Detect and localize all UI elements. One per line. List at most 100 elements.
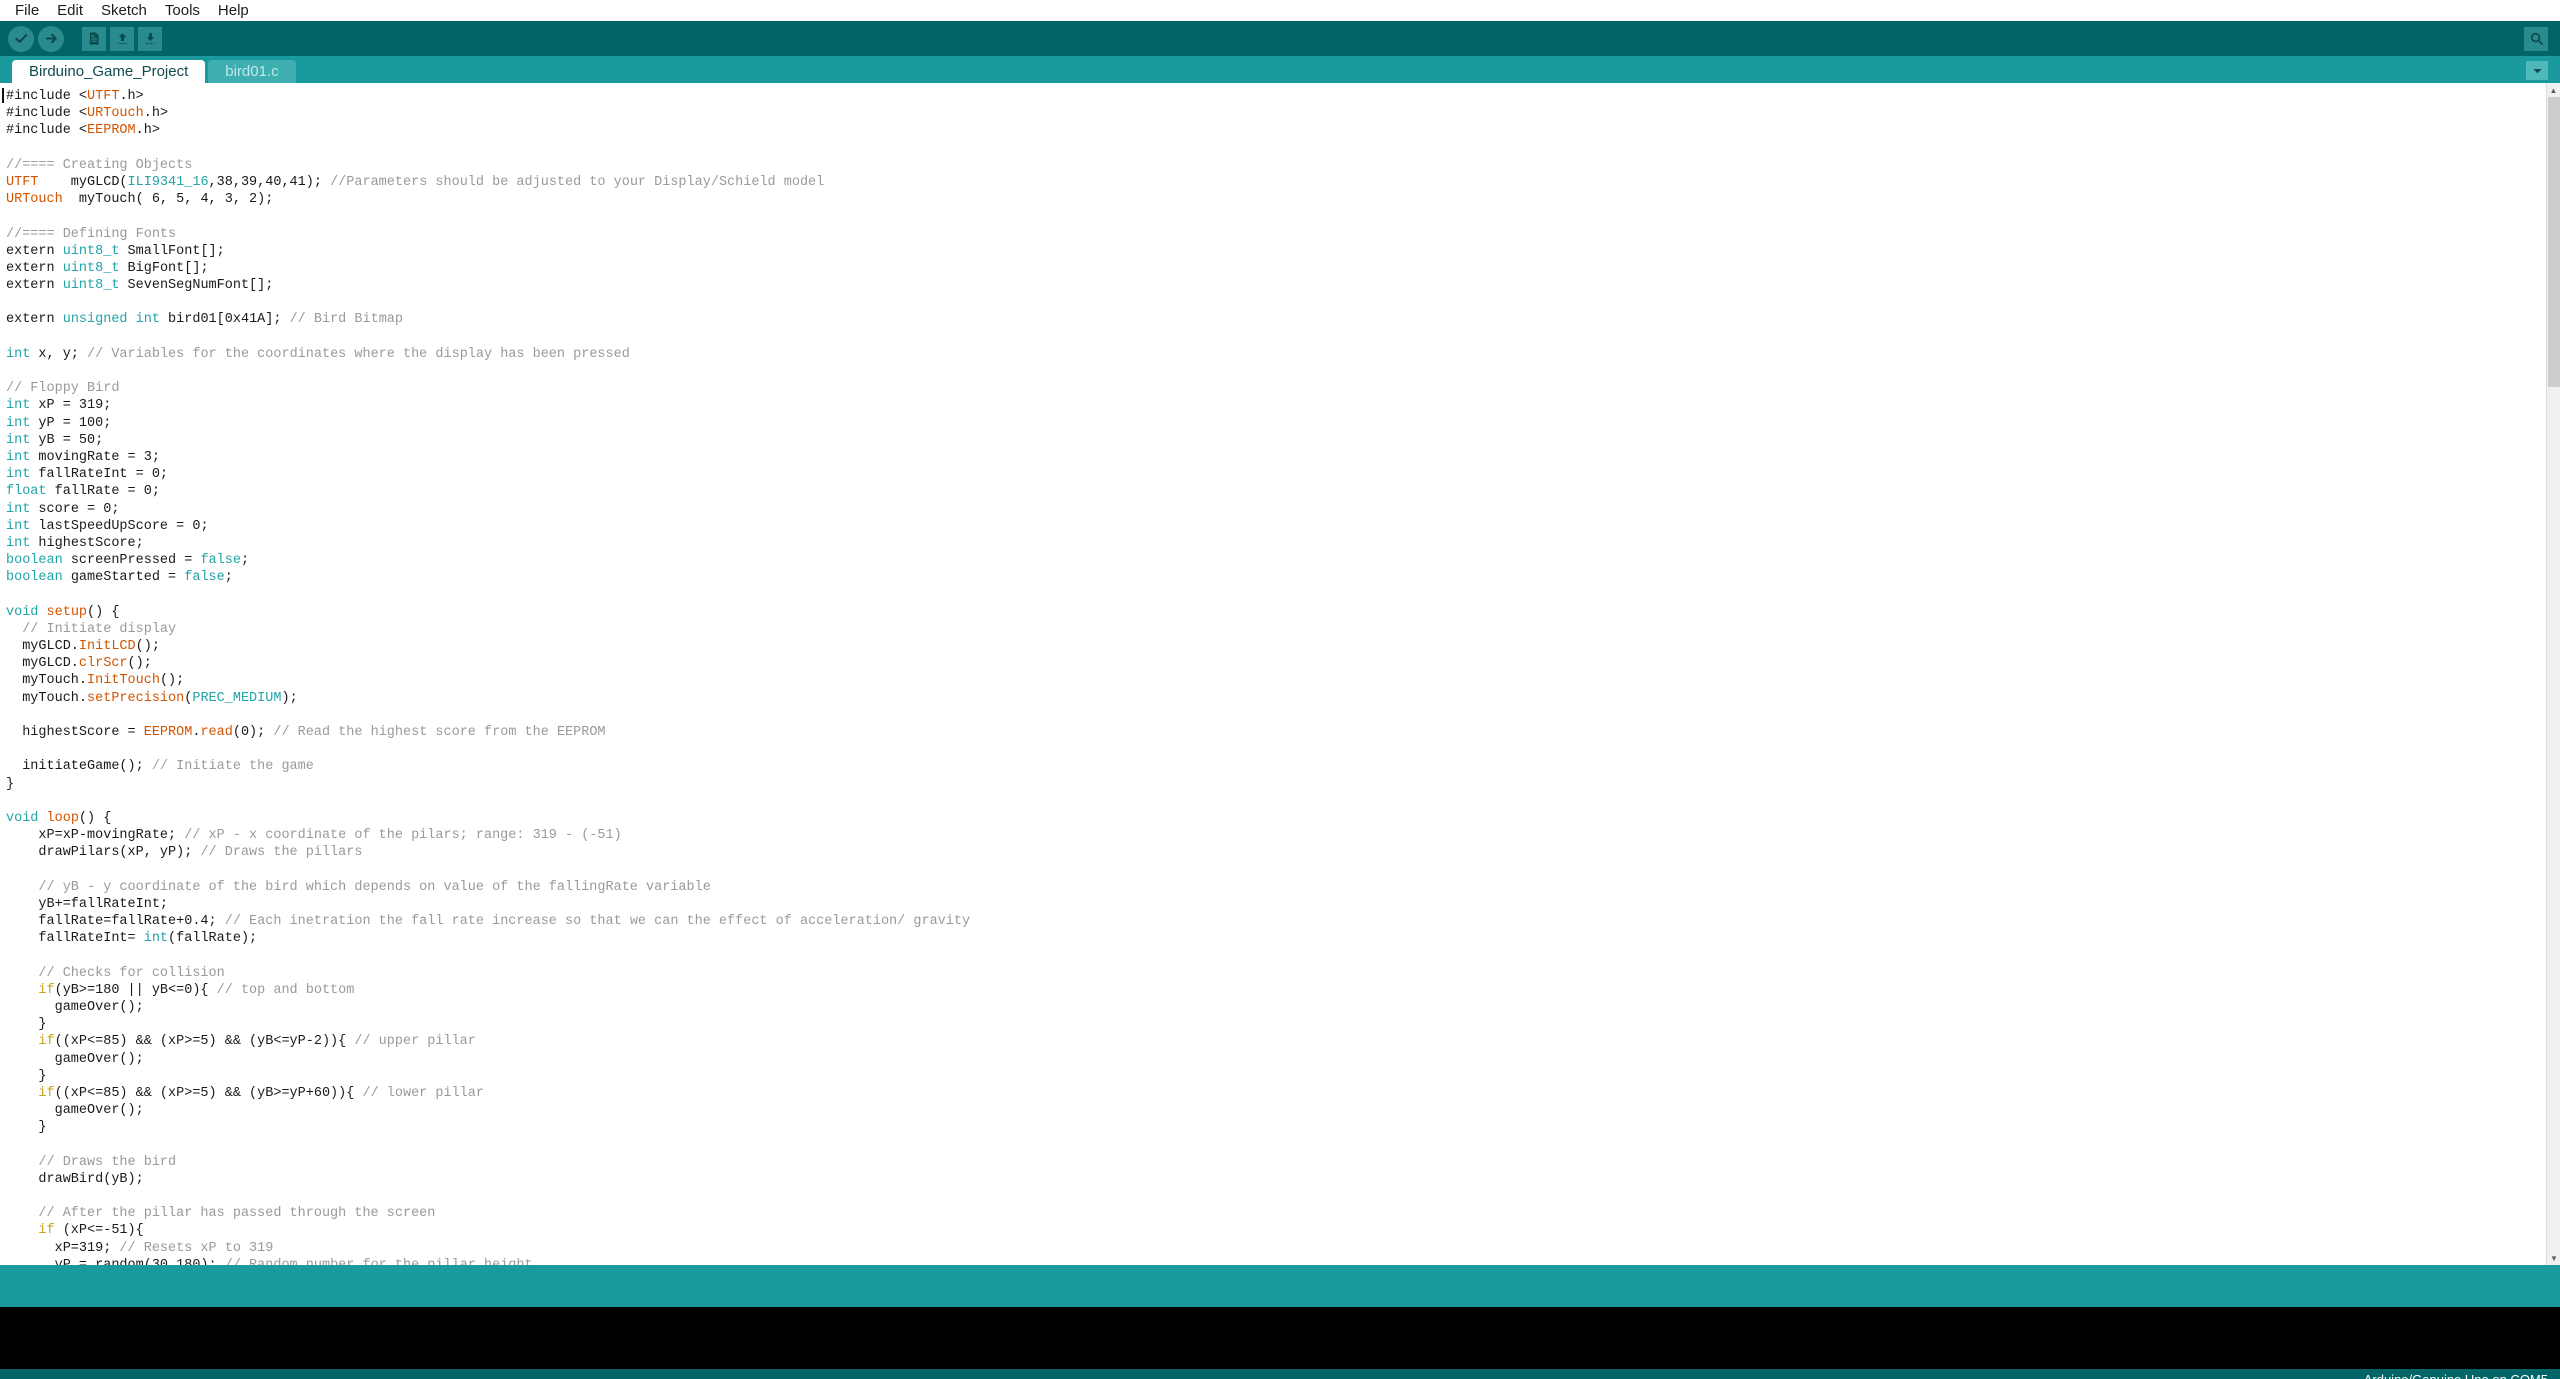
scroll-up-arrow-icon[interactable]: ▲ [2547,83,2560,97]
code-token: read [200,724,233,740]
open-sketch-button[interactable] [110,26,134,51]
code-token: ((xP<=85) && (xP>=5) && (yB>=yP+60)){ [54,1085,363,1101]
code-token: uint8_t [62,260,120,276]
code-token: #include [6,106,79,122]
new-sketch-button[interactable] [82,26,106,51]
code-token: // Checks for collision [6,965,225,981]
code-token: yB = 50; [30,432,104,448]
code-token: < [78,89,88,104]
code-token: // Resets xP to 319 [119,1240,274,1256]
code-token: () { [87,604,120,620]
code-token: ; [240,553,250,569]
code-line: yB+=fallRateInt; [6,896,2546,913]
console-output[interactable] [0,1307,2560,1369]
text-caret [2,88,4,103]
code-token: PREC_MEDIUM [192,690,282,706]
code-token: UTFT [87,89,120,104]
message-text [0,1265,2560,1277]
code-line: //==== Creating Objects [6,157,2546,174]
code-line: void loop() { [6,810,2546,827]
code-token: clrScr [78,656,128,672]
code-line: //==== Defining Fonts [6,226,2546,243]
code-editor-area[interactable]: #include <UTFT.h> #include <URTouch.h> #in… [0,83,2560,1265]
code-token: bird01[0x41A]; [159,312,290,328]
tab-menu-button[interactable] [2526,61,2548,80]
code-token: // After the pillar has passed through t… [6,1206,436,1222]
status-board-label: Arduino/Genuino Uno on COM5 [2364,1372,2548,1379]
code-token: ILI9341_16 [127,174,209,190]
code-token: (); [135,639,160,654]
new-file-icon [89,32,99,45]
menu-item-tools[interactable]: Tools [156,0,209,21]
code-token: unsigned [62,312,128,328]
editor-vertical-scrollbar[interactable]: ▲ ▼ [2546,83,2560,1265]
code-token: .h> [143,106,169,122]
code-line: yP = random(30,180); // Random number fo… [6,1257,2546,1265]
code-line: } [6,1016,2546,1033]
code-token: if [38,1223,55,1239]
serial-monitor-button[interactable] [2524,26,2548,51]
menu-item-help[interactable]: Help [209,0,258,21]
code-token: // Initiate display [6,621,177,637]
code-token: //==== Defining Fonts [6,226,177,242]
code-token: xP=xP-movingRate; [6,828,185,844]
code-text[interactable]: #include <UTFT.h> #include <URTouch.h> #in… [0,83,2546,1265]
code-line: extern uint8_t BigFont[]; [6,260,2546,277]
code-line: drawBird(yB); [6,1171,2546,1188]
code-token: highestScore = [6,724,144,740]
code-token: BigFont[]; [119,260,209,276]
code-token: int [6,518,31,534]
code-line: if (xP<=-51){ [6,1222,2546,1239]
code-token: lastSpeedUpScore = 0; [30,518,209,534]
menu-item-sketch[interactable]: Sketch [92,0,156,21]
code-line: } [6,1068,2546,1085]
code-token: // Initiate the game [151,759,314,775]
arrow-down-icon [145,33,155,45]
code-token: (); [159,673,185,689]
code-line: void setup() { [6,604,2546,621]
code-line: int xP = 319; [6,397,2546,414]
code-token: #include [6,123,79,139]
upload-button[interactable] [38,25,64,52]
code-token: xP=319; [6,1240,120,1256]
code-line: } [6,1119,2546,1136]
code-line: int score = 0; [6,501,2546,518]
verify-button[interactable] [8,25,34,52]
menu-item-file[interactable]: File [6,0,48,21]
code-line: myGLCD.InitLCD(); [6,638,2546,655]
code-line: initiateGame(); // Initiate the game [6,758,2546,775]
code-token: myGLCD( [38,174,128,190]
code-token: int [6,398,31,414]
code-token: int [6,535,31,551]
code-token: fallRate=fallRate+0.4; [6,914,225,929]
code-line: // Draws the bird [6,1154,2546,1171]
code-token: InitTouch [87,673,160,689]
save-sketch-button[interactable] [138,26,162,51]
tab-birduino-game-project[interactable]: Birduino_Game_Project [12,60,206,83]
scroll-down-arrow-icon[interactable]: ▼ [2547,1251,2560,1265]
code-token: (0); [232,724,274,740]
code-token: // yB - y coordinate of the bird which d… [6,879,711,895]
code-token: fallRateInt = 0; [30,467,169,483]
code-token: int [6,501,31,517]
menu-item-edit[interactable]: Edit [48,0,92,21]
code-token: false [184,570,225,586]
code-token: gameOver(); [6,999,144,1015]
arrow-up-icon [117,33,127,45]
tab-bird01-c[interactable]: bird01.c [208,60,296,83]
code-token: // Each inetration the fall rate increas… [224,914,971,929]
code-token: yP = 100; [30,415,112,431]
code-token: gameOver(); [6,1103,144,1119]
code-token: initiateGame(); [6,759,152,775]
code-line: extern uint8_t SevenSegNumFont[]; [6,277,2546,294]
code-token: movingRate = 3; [30,449,160,465]
code-line: URTouch myTouch( 6, 5, 4, 3, 2); [6,191,2546,208]
scrollbar-thumb[interactable] [2548,97,2560,387]
code-line: myGLCD.clrScr(); [6,655,2546,672]
